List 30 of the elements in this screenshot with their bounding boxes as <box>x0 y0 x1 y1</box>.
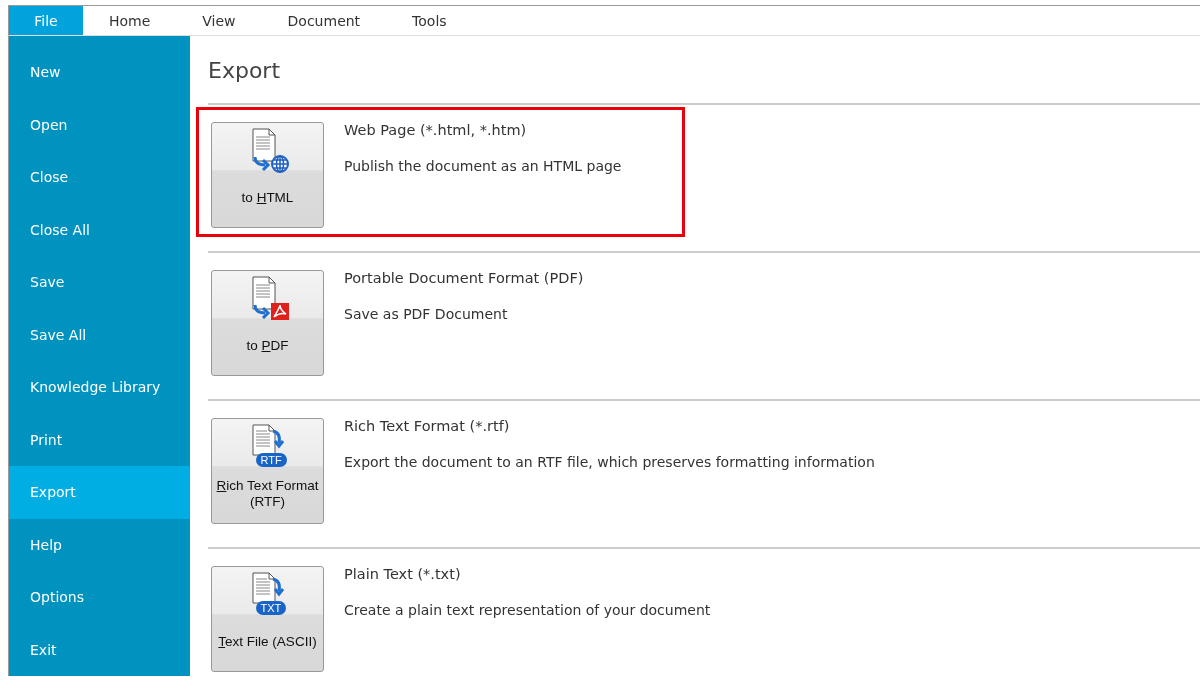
sidebar-item[interactable]: New <box>9 46 190 99</box>
option-title: Portable Document Format (PDF) <box>344 270 584 286</box>
menu-tab[interactable]: Home <box>83 6 177 35</box>
export-button[interactable]: to HTML <box>211 122 324 228</box>
option-description: Publish the document as an HTML page <box>344 158 622 174</box>
sidebar-item[interactable]: Exit <box>9 623 190 676</box>
sidebar-item[interactable]: Save <box>9 256 190 309</box>
menu-tab[interactable]: View <box>176 6 262 35</box>
sidebar-item[interactable]: Print <box>9 413 190 466</box>
sidebar-item[interactable]: Knowledge Library <box>9 361 190 414</box>
sidebar-item[interactable]: Help <box>9 518 190 571</box>
menu-tab[interactable]: Tools <box>386 6 473 35</box>
menu-tab[interactable]: File <box>9 6 83 35</box>
export-button[interactable]: TXT Text File (ASCII) <box>211 566 324 672</box>
sidebar-item[interactable]: Close <box>9 151 190 204</box>
option-title: Web Page (*.html, *.htm) <box>344 122 528 138</box>
option-title: Plain Text (*.txt) <box>344 566 462 582</box>
sidebar-item[interactable]: Options <box>9 571 190 624</box>
sidebar-item[interactable]: Close All <box>9 203 190 256</box>
sidebar-item[interactable]: Open <box>9 98 190 151</box>
sidebar-item[interactable]: Save All <box>9 308 190 361</box>
menu-tab[interactable]: Document <box>261 6 387 35</box>
option-description: Create a plain text representation of your document <box>344 602 711 618</box>
export-button[interactable]: to PDF <box>211 270 324 376</box>
export-button[interactable]: RTF Rich Text Format (RTF) <box>211 418 324 524</box>
option-title: Rich Text Format (*.rtf) <box>344 418 511 434</box>
sidebar-item[interactable]: Export <box>9 466 190 519</box>
option-description: Save as PDF Document <box>344 306 509 322</box>
option-description: Export the document to an RTF file, which preserves formatting information <box>344 454 875 470</box>
page-title: Export <box>208 57 281 85</box>
